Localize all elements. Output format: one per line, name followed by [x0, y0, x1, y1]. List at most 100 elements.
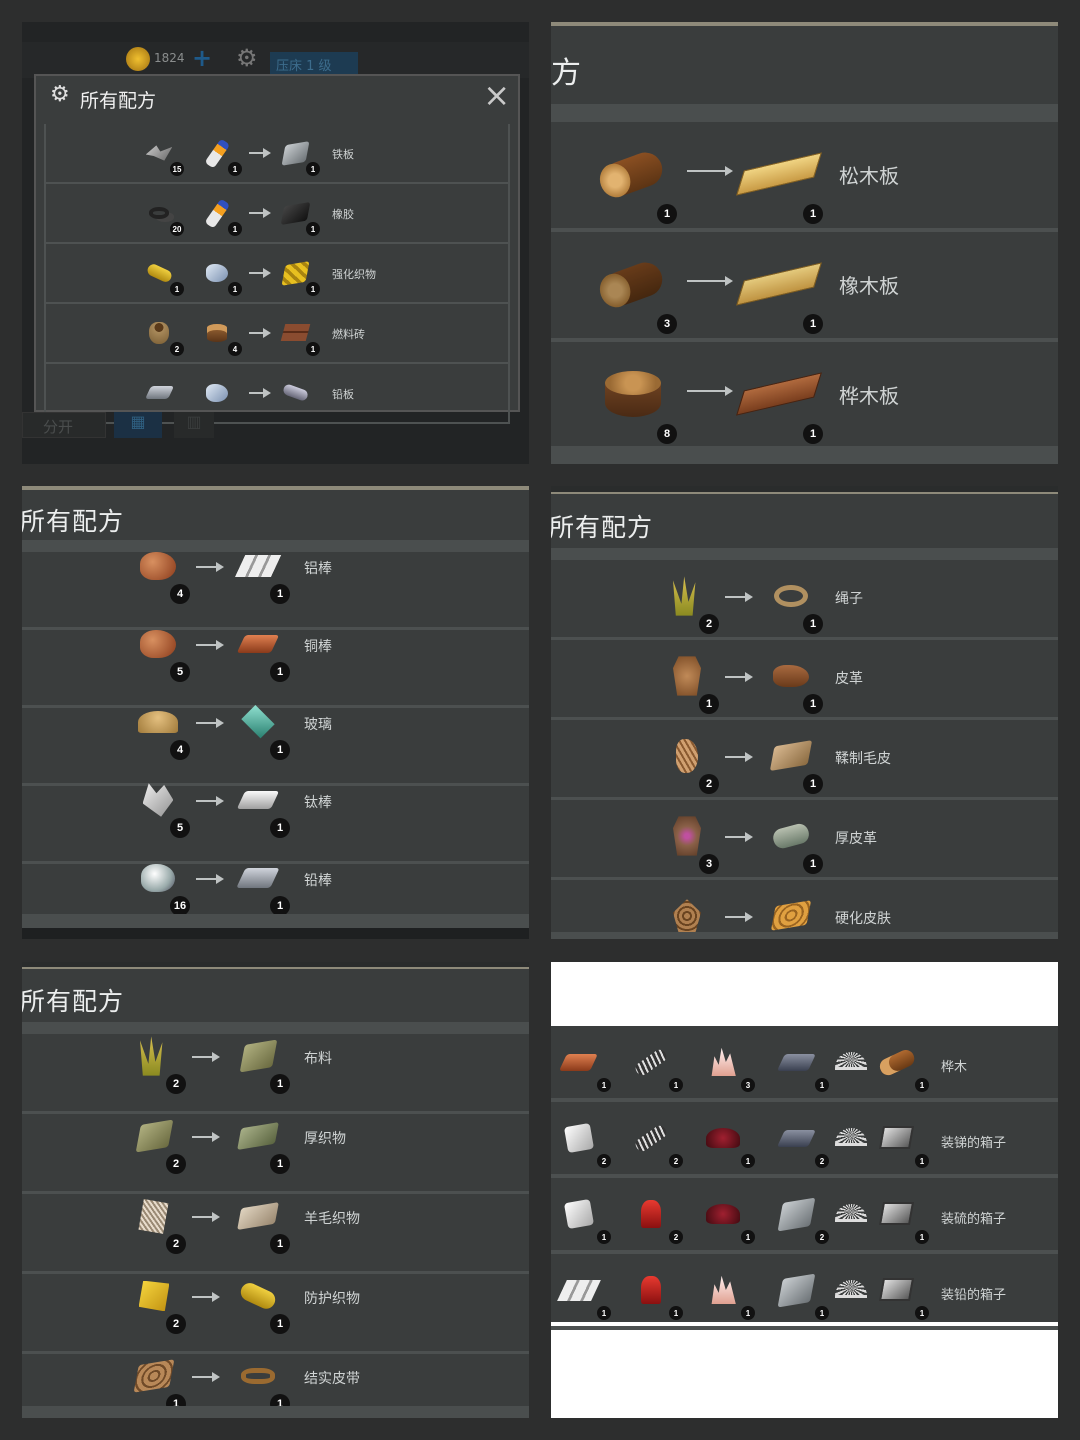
recipe-output-label: 防护织物 — [304, 1291, 360, 1307]
scrap-metal-icon: 15 — [140, 134, 184, 176]
lead-bar-icon: 1 — [230, 850, 290, 916]
recipe-row[interactable]: 3 1 厚皮革 — [551, 800, 1058, 880]
recipe-output-label: 强化织物 — [332, 268, 376, 281]
crystal-icon: 3 — [697, 1036, 755, 1092]
fuel-brick-icon: 1 — [276, 314, 320, 356]
panel-leather-recipes: 所有配方 2 1 绳子 1 1 皮革 2 1 鞣制毛皮 3 1 厚皮革 硬化皮肤 — [551, 486, 1058, 939]
arrow-icon — [196, 874, 224, 884]
item-count-badge: 2 — [815, 1230, 829, 1244]
item-count-badge: 1 — [228, 282, 242, 296]
add-currency-button[interactable]: + — [192, 44, 212, 72]
recipe-output-label: 钛棒 — [304, 795, 332, 811]
item-count-badge: 1 — [597, 1230, 611, 1244]
recipe-row[interactable]: 1 1 松木板 — [551, 122, 1058, 232]
red-powder-icon: 1 — [697, 1188, 755, 1244]
recipe-row[interactable]: 2 1 羊毛织物 — [22, 1194, 529, 1274]
recipe-row[interactable]: 2 1 绳子 — [551, 560, 1058, 640]
spring-icon: 1 — [625, 1036, 683, 1092]
arrow-icon — [249, 148, 271, 158]
item-count-badge: 1 — [669, 1078, 683, 1092]
recipe-row[interactable]: 2 2 1 2 1 装锑的箱子 — [551, 1102, 1058, 1178]
recipe-output-label: 橡木板 — [839, 274, 899, 298]
spring-icon: 2 — [625, 1112, 683, 1168]
item-count-badge: 1 — [915, 1230, 929, 1244]
trash-button[interactable]: ▥ — [174, 412, 214, 438]
item-count-badge: 1 — [803, 424, 823, 444]
recipe-row[interactable]: 2 1 鞣制毛皮 — [551, 720, 1058, 800]
arrow-icon — [687, 166, 733, 176]
recipe-row[interactable]: 20 1 1 橡胶 — [44, 184, 510, 244]
recipe-output-label: 硬化皮肤 — [835, 911, 891, 927]
saw-icon — [835, 1052, 867, 1070]
recipe-row[interactable]: 2 1 防护织物 — [22, 1274, 529, 1354]
recipe-output-label: 装铅的箱子 — [941, 1288, 1007, 1303]
item-count-badge: 2 — [170, 342, 184, 356]
recipe-row[interactable]: 8 1 桦木板 — [551, 342, 1058, 452]
item-count-badge: 1 — [915, 1154, 929, 1168]
arrow-icon — [192, 1212, 220, 1222]
recipe-row[interactable]: 1 1 3 1 1 桦木 — [551, 1026, 1058, 1102]
recipe-row[interactable]: 3 1 橡木板 — [551, 232, 1058, 342]
pine-plank-icon: 1 — [736, 134, 823, 224]
plastic-icon: 2 — [553, 1112, 611, 1168]
sack-icon: 2 — [140, 314, 184, 356]
recipe-row[interactable]: 1 2 1 2 1 装硫的箱子 — [551, 1178, 1058, 1254]
arrow-icon — [687, 386, 733, 396]
item-count-badge: 1 — [803, 854, 823, 874]
lead-ore-icon: 16 — [130, 850, 190, 916]
glue-icon: 1 — [198, 194, 242, 236]
gear-icon: ⚙ — [236, 44, 258, 72]
arrow-icon — [192, 1292, 220, 1302]
item-count-badge: 15 — [170, 162, 184, 176]
item-count-badge: 1 — [270, 1154, 290, 1174]
recipe-row[interactable]: 15 1 1 铁板 — [44, 124, 510, 184]
arrow-icon — [249, 208, 271, 218]
footer-bar — [22, 928, 529, 939]
recipe-row[interactable]: 1 1 1 1 1 装铅的箱子 — [551, 1254, 1058, 1330]
split-button[interactable]: 分开 — [22, 412, 106, 438]
close-button[interactable]: × — [483, 76, 510, 114]
item-count-badge: 1 — [803, 694, 823, 714]
item-count-badge: 2 — [166, 1314, 186, 1334]
recipe-output-label: 松木板 — [839, 164, 899, 188]
panel-title: 所有配方 — [22, 507, 125, 536]
item-count-badge: 1 — [270, 1074, 290, 1094]
item-count-badge: 2 — [166, 1074, 186, 1094]
panel-fabric-recipes: 所有配方 2 1 布料 2 1 厚织物 2 1 羊毛织物 2 1 防护织物 1 1 结实皮带 — [22, 962, 529, 1418]
grid-view-button[interactable]: ▦ — [114, 412, 162, 438]
recipe-output-label: 铅棒 — [304, 873, 332, 889]
arrow-icon — [725, 752, 753, 762]
item-count-badge: 1 — [270, 584, 290, 604]
recipe-row[interactable]: 1 1 皮革 — [551, 640, 1058, 720]
recipe-row[interactable]: 硬化皮肤 — [551, 880, 1058, 939]
wool-icon: 2 — [126, 1188, 186, 1254]
recipe-output-label: 皮革 — [835, 671, 863, 687]
recipe-output-label: 铜棒 — [304, 639, 332, 655]
saw-icon — [835, 1280, 867, 1298]
footer-strip — [22, 914, 529, 928]
scaly-leather-icon: 1 — [126, 1348, 186, 1414]
grass-icon: 2 — [126, 1028, 186, 1094]
recipe-row[interactable]: 1 1 1 强化织物 — [44, 244, 510, 304]
item-count-badge: 2 — [669, 1154, 683, 1168]
item-count-badge: 1 — [270, 1234, 290, 1254]
item-count-badge: 1 — [597, 1306, 611, 1320]
recipe-row[interactable]: 2 4 1 燃料砖 — [44, 304, 510, 364]
item-count-badge: 4 — [170, 584, 190, 604]
recipe-output-label: 绳子 — [835, 591, 863, 607]
top-bar: 1824 + ⚙ 压床 1 级 — [22, 42, 529, 78]
arrow-icon — [196, 562, 224, 572]
raw-thick-hide-icon: 3 — [659, 808, 719, 874]
oak-plank-icon: 1 — [736, 244, 823, 334]
recipe-output-label: 铝棒 — [304, 561, 332, 577]
cloth-icon: 2 — [126, 1108, 186, 1174]
crate-icon: 1 — [871, 1112, 929, 1168]
crystal-icon: 1 — [697, 1264, 755, 1320]
item-count-badge: 1 — [803, 314, 823, 334]
recipe-output-label: 玻璃 — [304, 717, 332, 733]
recipe-row[interactable]: 2 1 布料 — [22, 1034, 529, 1114]
rubber-rings-icon: 20 — [140, 194, 184, 236]
oil-can-icon: 2 — [625, 1188, 683, 1244]
item-count-badge: 1 — [306, 222, 320, 236]
recipe-row[interactable]: 2 1 厚织物 — [22, 1114, 529, 1194]
